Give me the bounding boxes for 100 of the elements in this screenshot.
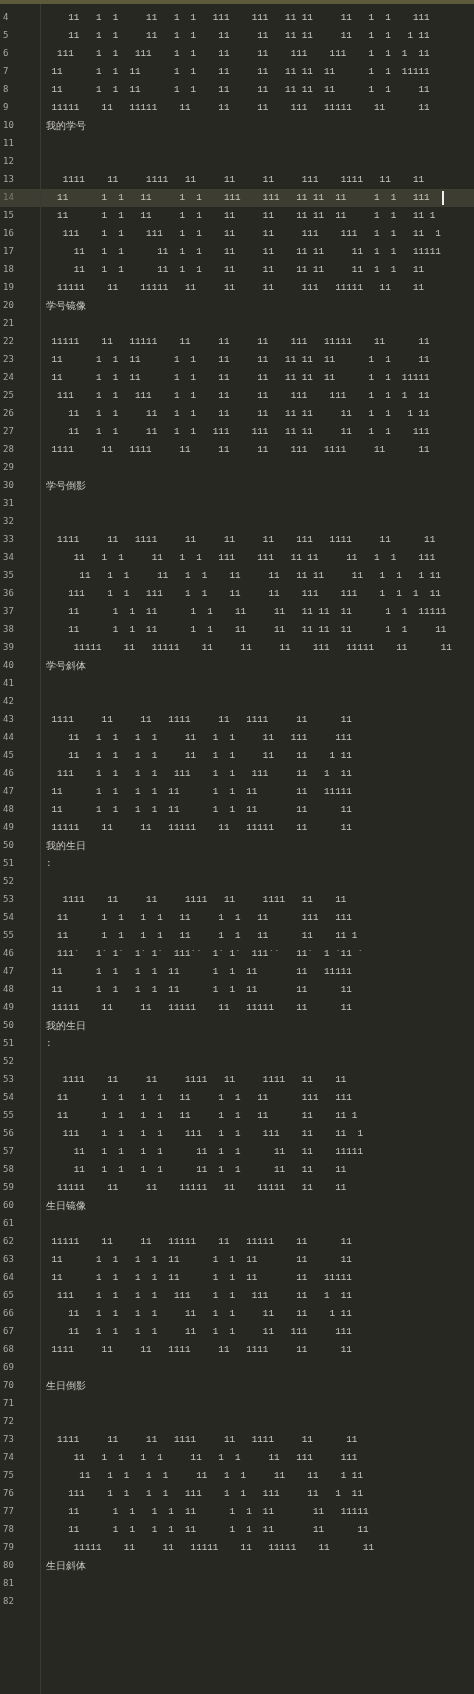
line-number: 48 <box>2 983 15 997</box>
line-number: 82 <box>2 1595 15 1609</box>
line-number: 30 <box>2 479 15 493</box>
line-number: 75 <box>2 1469 15 1483</box>
line-number: 46 <box>2 767 15 781</box>
code-line: 11 1 1 11 1 1 111 111 11 11 11 1 1 111 <box>67 12 430 24</box>
code-line: 1111 11 11 1111 11 1111 11 11 <box>61 894 347 906</box>
line-number: 25 <box>2 389 15 403</box>
code-line: 11 1 1 11 1 1 11 11 11 11 11 1 1 11 <box>50 354 430 366</box>
line-number: 54 <box>2 1091 15 1105</box>
line-number: 76 <box>2 1487 15 1501</box>
code-line: 111` 1` 1` 1` 1` 111`` 1` 1` 111`` 11` 1 `11 ` <box>56 948 363 960</box>
line-number: 69 <box>2 1361 15 1375</box>
code-line: 11 1 1 1 1 11 1 1 11 11 1 11 <box>67 750 352 762</box>
line-number: 54 <box>2 911 15 925</box>
code-line: 11 1 1 1 1 11 1 1 11 11 11 <box>67 1524 369 1536</box>
code-line: 1111 11 11 1111 11 1111 11 11 <box>50 1344 352 1356</box>
line-number: 56 <box>2 1127 15 1141</box>
line-number: 33 <box>2 533 15 547</box>
line-number: 19 <box>2 281 15 295</box>
line-number: 79 <box>2 1541 15 1555</box>
line-number: 12 <box>2 155 15 169</box>
line-number: 61 <box>2 1217 15 1231</box>
line-number: 77 <box>2 1505 15 1519</box>
line-number: 52 <box>2 875 15 889</box>
line-number: 22 <box>2 335 15 349</box>
code-line: 111 1 1 111 1 1 11 11 111 111 1 1 1 11 <box>56 48 430 60</box>
line-number: 36 <box>2 587 15 601</box>
line-number: 44 <box>2 731 15 745</box>
code-line: 11111 11 11 11111 11 11111 11 11 <box>72 1542 375 1554</box>
code-line: 11 1 1 1 1 11 1 1 11 111 111 <box>67 732 352 744</box>
line-number: 58 <box>2 1163 15 1177</box>
code-line: 11 1 1 1 1 11 1 1 11 111 111 <box>67 1326 352 1338</box>
code-line: 111 1 1 1 1 111 1 1 111 11 1 11 <box>56 1290 352 1302</box>
line-number: 45 <box>2 749 15 763</box>
code-line: 111 1 1 111 1 1 11 11 111 111 1 1 11 1 <box>61 228 441 240</box>
code-line: 11111 11 11111 11 11 11 111 11111 11 11 <box>72 642 452 654</box>
code-line: 11 1 1 11 1 1 11 11 11 11 11 1 1 11 <box>72 264 425 276</box>
code-line: 11 1 1 11 1 1 11 11 11 11 11 1 1 11111 <box>67 606 447 618</box>
code-line: 11 1 1 1 1 11 1 1 11 11 11 <box>72 1164 347 1176</box>
line-number: 70 <box>2 1379 15 1393</box>
line-number: 29 <box>2 461 15 475</box>
line-number: 23 <box>2 353 15 367</box>
line-number: 55 <box>2 929 15 943</box>
code-line: 11 1 1 1 1 11 1 1 11 11 1 11 <box>78 1470 363 1482</box>
code-line: 学号镜像 <box>46 300 86 312</box>
line-number: 5 <box>2 29 10 43</box>
line-number: 47 <box>2 785 15 799</box>
line-number: 9 <box>2 101 10 115</box>
line-number: 64 <box>2 1271 15 1285</box>
code-line: 11 1 1 1 1 11 1 1 11 111 111 <box>56 912 352 924</box>
code-line: 1111 11 11 1111 11 1111 11 11 <box>56 1434 358 1446</box>
code-line: 11 1 1 1 1 11 1 1 11 11 11111 <box>50 786 352 798</box>
line-number: 51 <box>2 857 15 871</box>
code-line: 11 1 1 11 1 1 11 11 11 11 11 1 1 1 11 <box>67 30 430 42</box>
code-line: 1111 11 1111 11 11 11 111 1111 11 11 <box>56 534 436 546</box>
line-number: 46 <box>2 947 15 961</box>
code-line: 我的生日 <box>46 1020 86 1032</box>
code-line: 11 1 1 1 1 11 1 1 11 11 11111 <box>72 1146 363 1158</box>
line-number: 47 <box>2 965 15 979</box>
line-number: 51 <box>2 1037 15 1051</box>
line-number: 42 <box>2 695 15 709</box>
code-line: 11 1 1 1 1 11 1 1 11 11 11 <box>50 984 352 996</box>
line-number: 37 <box>2 605 15 619</box>
code-line: 11 1 1 11 1 1 11 11 11 11 11 1 1 11111 <box>50 372 430 384</box>
code-line: 我的学号 <box>46 120 86 132</box>
line-number: 59 <box>2 1181 15 1195</box>
line-number: 57 <box>2 1145 15 1159</box>
code-line: 111 1 1 1 1 111 1 1 111 11 1 11 <box>67 1488 363 1500</box>
code-line: 111 1 1 1 1 111 1 1 111 11 11 1 <box>61 1128 363 1140</box>
code-line: 1111 11 1111 11 11 11 111 1111 11 11 <box>50 444 430 456</box>
line-number: 6 <box>2 47 10 61</box>
line-number: 38 <box>2 623 15 637</box>
line-number: 52 <box>2 1055 15 1069</box>
line-number: 60 <box>2 1199 15 1213</box>
line-number: 31 <box>2 497 15 511</box>
line-number: 32 <box>2 515 15 529</box>
line-number: 20 <box>2 299 15 313</box>
line-number: 39 <box>2 641 15 655</box>
line-number: 13 <box>2 173 15 187</box>
code-line: 11 1 1 11 1 1 11 11 11 11 11 1 1 11 1 <box>56 210 436 222</box>
line-number: 63 <box>2 1253 15 1267</box>
code-line: 1111 11 11 1111 11 1111 11 11 <box>61 1074 347 1086</box>
code-line: 11111 11 11111 11 11 11 111 11111 11 11 <box>50 336 430 348</box>
line-number: 53 <box>2 893 15 907</box>
line-number: 28 <box>2 443 15 457</box>
code-line: 11 1 1 11 1 1 11 11 11 11 11 1 1 1 11 <box>67 408 430 420</box>
code-line: 11 1 1 11 1 1 111 111 11 11 11 1 1 111 <box>67 426 430 438</box>
line-number: 40 <box>2 659 15 673</box>
code-line: : <box>46 858 52 870</box>
code-line: 11 1 1 1 1 11 1 1 11 11 11 <box>50 1254 352 1266</box>
line-number: 17 <box>2 245 15 259</box>
code-line: 11111 11 11 11111 11 11111 11 11 <box>50 1236 352 1248</box>
code-line: 11 1 1 1 1 11 1 1 11 11 11 1 <box>56 1110 358 1122</box>
code-line: 11111 11 11 11111 11 11111 11 11 <box>56 1182 347 1194</box>
code-line: 11111 11 11 11111 11 11111 11 11 <box>50 1002 352 1014</box>
code-line: 111 1 1 1 1 111 1 1 111 11 1 11 <box>56 768 352 780</box>
code-line: 11 1 1 11 1 1 11 11 11 11 11 1 1 11111 <box>50 66 430 78</box>
line-number: 55 <box>2 1109 15 1123</box>
line-number: 24 <box>2 371 15 385</box>
